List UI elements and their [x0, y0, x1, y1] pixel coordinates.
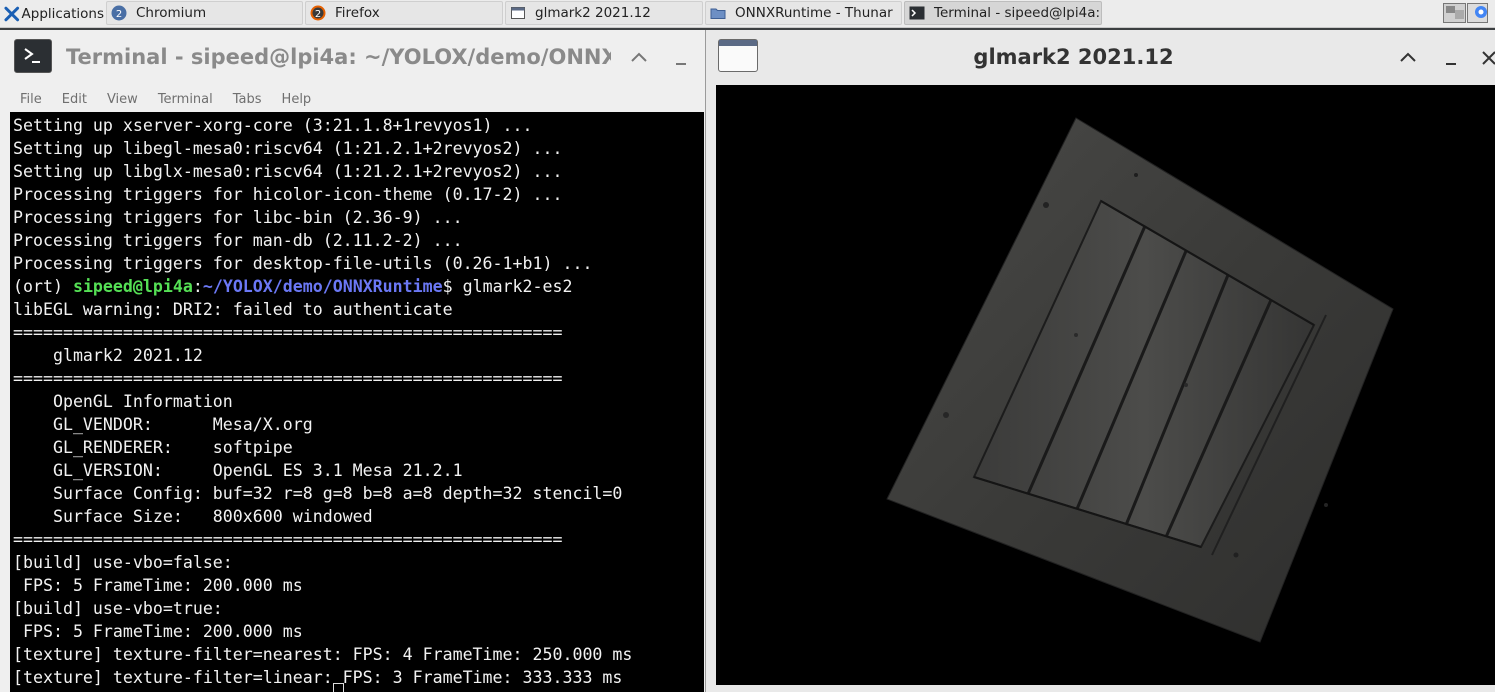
terminal-line: [build] use-vbo=true:	[13, 599, 223, 618]
prompt-user-host: sipeed@lpi4a	[72, 277, 193, 296]
menu-tabs[interactable]: Tabs	[233, 92, 262, 107]
terminal-line: Processing triggers for man-db (2.11.2-2…	[13, 231, 463, 250]
prompt-command: glmark2-es2	[462, 277, 573, 296]
xfce-icon	[4, 6, 20, 21]
prompt-env: (ort)	[13, 277, 73, 296]
menu-view[interactable]: View	[107, 92, 138, 107]
terminal-titlebar[interactable]: Terminal - sipeed@lpi4a: ~/YOLOX/demo/ON…	[0, 30, 705, 85]
workspace-switcher-icon[interactable]	[1443, 1, 1495, 25]
taskbar-firefox[interactable]: 2 Firefox	[305, 1, 503, 25]
prompt-separator: :	[192, 277, 203, 296]
terminal-line: Processing triggers for desktop-file-uti…	[13, 254, 593, 273]
taskbar-label: Terminal - sipeed@lpi4a: ...	[934, 5, 1102, 21]
window-title: glmark2 2021.12	[973, 45, 1174, 69]
terminal-prompt-line: (ort) sipeed@lpi4a:~/YOLOX/demo/ONNXRunt…	[13, 275, 573, 298]
terminal-line: Setting up xserver-xorg-core (3:21.1.8+1…	[13, 116, 533, 135]
menu-terminal[interactable]: Terminal	[158, 92, 213, 107]
taskbar-label: glmark2 2021.12	[535, 5, 651, 21]
terminal-line: Surface Config: buf=32 r=8 g=8 b=8 a=8 d…	[13, 484, 623, 503]
terminal-line: [texture] texture-filter=linear: FPS: 3 …	[13, 668, 623, 687]
close-icon[interactable]	[1478, 47, 1495, 69]
window-title: Terminal - sipeed@lpi4a: ~/YOLOX/demo/ON…	[66, 45, 611, 69]
terminal-line: ========================================…	[13, 530, 563, 549]
taskbar-chromium[interactable]: 2 Chromium	[106, 1, 303, 25]
maximize-chevron-icon[interactable]	[628, 47, 650, 69]
system-tray	[1443, 1, 1495, 25]
rotating-crate-image	[886, 117, 1394, 643]
taskbar-label: Chromium	[136, 5, 207, 21]
minimize-icon[interactable]	[670, 51, 692, 73]
terminal-line: ========================================…	[13, 323, 563, 342]
menu-help[interactable]: Help	[282, 92, 312, 107]
taskbar-thunar[interactable]: ONNXRuntime - Thunar	[705, 1, 902, 25]
terminal-line: Processing triggers for libc-bin (2.36-9…	[13, 208, 463, 227]
terminal-window: Terminal - sipeed@lpi4a: ~/YOLOX/demo/ON…	[0, 30, 706, 692]
taskbar-glmark[interactable]: glmark2 2021.12	[505, 1, 703, 25]
terminal-app-icon	[14, 39, 52, 73]
glmark-window: glmark2 2021.12	[706, 30, 1495, 692]
terminal-menubar: File Edit View Terminal Tabs Help	[0, 86, 705, 112]
terminal-line: Surface Size: 800x600 windowed	[13, 507, 373, 526]
applications-menu-button[interactable]: Applications	[0, 0, 104, 27]
maximize-chevron-icon[interactable]	[1397, 47, 1419, 69]
terminal-line: GL_VENDOR: Mesa/X.org	[13, 415, 313, 434]
mouse-cursor-icon	[333, 683, 344, 692]
glmark-render-viewport	[716, 85, 1495, 685]
menu-edit[interactable]: Edit	[62, 92, 87, 107]
firefox-icon: 2	[310, 5, 326, 21]
taskbar-terminal[interactable]: Terminal - sipeed@lpi4a: ...	[904, 1, 1102, 25]
minimize-icon[interactable]	[1440, 51, 1462, 73]
applications-label: Applications	[21, 5, 104, 22]
taskbar-label: Firefox	[335, 5, 380, 21]
prompt-path: ~/YOLOX/demo/ONNXRuntime	[202, 277, 443, 296]
svg-text:2: 2	[116, 9, 122, 20]
terminal-line: Processing triggers for hicolor-icon-the…	[13, 185, 563, 204]
taskbar-label: ONNXRuntime - Thunar	[735, 5, 893, 21]
prompt-dollar: $	[442, 277, 463, 296]
terminal-line: Setting up libglx-mesa0:riscv64 (1:21.2.…	[13, 162, 563, 181]
terminal-icon	[909, 5, 925, 21]
terminal-line: [build] use-vbo=false:	[13, 553, 233, 572]
menu-file[interactable]: File	[20, 92, 42, 107]
svg-text:2: 2	[315, 9, 321, 20]
terminal-line: FPS: 5 FrameTime: 200.000 ms	[13, 622, 303, 641]
terminal-line: libEGL warning: DRI2: failed to authenti…	[13, 300, 453, 319]
chromium-icon: 2	[111, 5, 127, 21]
terminal-line: GL_RENDERER: softpipe	[13, 438, 293, 457]
folder-icon	[710, 5, 726, 21]
glmark-titlebar[interactable]: glmark2 2021.12	[706, 30, 1495, 85]
terminal-line: ========================================…	[13, 369, 563, 388]
top-panel: Applications 2 Chromium 2 Firefox glmark…	[0, 0, 1495, 28]
window-icon	[510, 5, 526, 21]
terminal-line: FPS: 5 FrameTime: 200.000 ms	[13, 576, 303, 595]
terminal-line: glmark2 2021.12	[13, 346, 203, 365]
terminal-output[interactable]: Setting up xserver-xorg-core (3:21.1.8+1…	[10, 112, 704, 692]
terminal-line: [texture] texture-filter=nearest: FPS: 4…	[13, 645, 633, 664]
terminal-line: Setting up libegl-mesa0:riscv64 (1:21.2.…	[13, 139, 563, 158]
terminal-line: OpenGL Information	[13, 392, 233, 411]
terminal-line: GL_VERSION: OpenGL ES 3.1 Mesa 21.2.1	[13, 461, 463, 480]
